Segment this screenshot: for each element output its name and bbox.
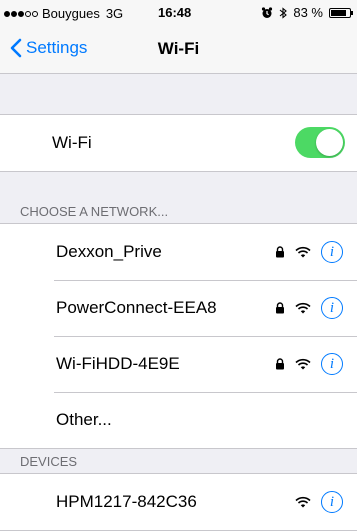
networks-list: Dexxon_Prive i PowerConnect-EEA8 i Wi-Fi… [0,223,357,449]
wifi-icon [295,246,311,258]
battery-percent: 83 % [293,5,323,20]
wifi-icon [295,302,311,314]
lock-icon [276,246,284,258]
network-row[interactable]: Wi-FiHDD-4E9E i [0,336,357,392]
carrier-label: Bouygues [42,6,100,21]
info-icon[interactable]: i [321,353,343,375]
wifi-toggle[interactable] [295,127,345,158]
signal-strength-icon [4,10,38,17]
wifi-toggle-group: Wi-Fi [0,114,357,172]
battery-icon [329,7,353,18]
devices-section-header: DEVICES [20,454,78,469]
info-icon[interactable]: i [321,241,343,263]
device-name: HPM1217-842C36 [56,492,197,511]
other-network-row[interactable]: Other... [0,392,357,448]
status-right: 83 % [261,5,353,20]
status-time: 16:48 [158,5,192,20]
alarm-icon [262,6,273,18]
navigation-bar: Settings Wi-Fi [0,26,357,74]
lock-icon [276,358,284,370]
info-icon[interactable]: i [321,491,343,513]
page-title: Wi-Fi [157,39,200,58]
devices-list: HPM1217-842C36 i [0,473,357,531]
networks-section-header: CHOOSE A NETWORK... [20,204,169,219]
network-name: PowerConnect-EEA8 [56,298,217,317]
wifi-icon [295,358,311,370]
status-bar: Bouygues 3G 16:48 83 % [0,0,357,26]
wifi-icon [295,496,311,508]
network-name: Wi-FiHDD-4E9E [56,354,180,373]
network-name: Dexxon_Prive [56,242,162,261]
other-label: Other... [56,410,112,429]
status-left: Bouygues 3G [4,6,123,21]
lock-icon [276,302,284,314]
wifi-label: Wi-Fi [52,133,92,152]
network-row[interactable]: Dexxon_Prive i [0,224,357,280]
network-type: 3G [105,6,124,21]
bluetooth-icon [280,6,288,19]
device-row[interactable]: HPM1217-842C36 i [0,474,357,530]
wifi-row: Wi-Fi [0,115,357,171]
network-row[interactable]: PowerConnect-EEA8 i [0,280,357,336]
info-icon[interactable]: i [321,297,343,319]
